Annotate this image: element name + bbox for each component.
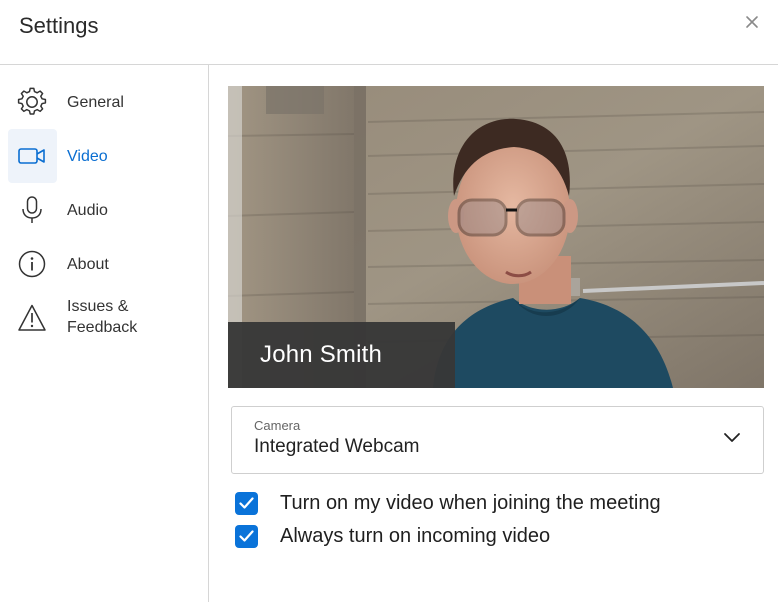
sidebar-item-label: General	[67, 94, 124, 111]
camera-select[interactable]: Camera Integrated Webcam	[231, 406, 764, 474]
settings-window: Settings General Video Audio About Issue…	[0, 0, 778, 602]
camera-selected-value: Integrated Webcam	[254, 436, 420, 457]
sidebar-item-label: About	[67, 256, 109, 273]
settings-sidebar: General Video Audio About Issues & Feedb…	[0, 65, 209, 602]
info-icon	[18, 250, 46, 278]
gear-icon	[17, 87, 47, 115]
checkmark-icon	[239, 497, 254, 509]
sidebar-item-label: Video	[67, 148, 108, 165]
chevron-down-icon	[724, 433, 740, 442]
incoming-video-label: Always turn on incoming video	[280, 525, 551, 547]
sidebar-item-about[interactable]: About	[8, 237, 198, 291]
settings-title: Settings	[19, 13, 99, 38]
video-camera-icon	[18, 148, 45, 164]
sidebar-item-video[interactable]: Video	[8, 129, 198, 183]
join-video-label: Turn on my video when joining the meetin…	[280, 492, 661, 514]
sidebar-item-label: Issues & Feedback	[67, 298, 138, 336]
participant-name: John Smith	[260, 341, 383, 368]
sidebar-item-general[interactable]: General	[8, 75, 198, 129]
incoming-video-checkbox[interactable]	[235, 525, 258, 548]
checkmark-icon	[239, 530, 254, 542]
microphone-icon	[22, 196, 42, 223]
settings-header: Settings	[0, 0, 778, 65]
option-incoming-video[interactable]: Always turn on incoming video	[235, 523, 755, 551]
sidebar-item-audio[interactable]: Audio	[8, 183, 198, 237]
sidebar-item-label: Audio	[67, 202, 108, 219]
close-icon	[746, 16, 758, 28]
participant-name-tag: John Smith	[228, 322, 455, 388]
video-preview: John Smith	[228, 86, 764, 388]
close-button[interactable]	[742, 12, 762, 32]
join-video-checkbox[interactable]	[235, 492, 258, 515]
camera-label: Camera	[254, 418, 301, 433]
sidebar-item-issues-feedback[interactable]: Issues & Feedback	[8, 291, 198, 345]
warning-icon	[18, 304, 46, 331]
option-join-video[interactable]: Turn on my video when joining the meetin…	[235, 490, 755, 518]
